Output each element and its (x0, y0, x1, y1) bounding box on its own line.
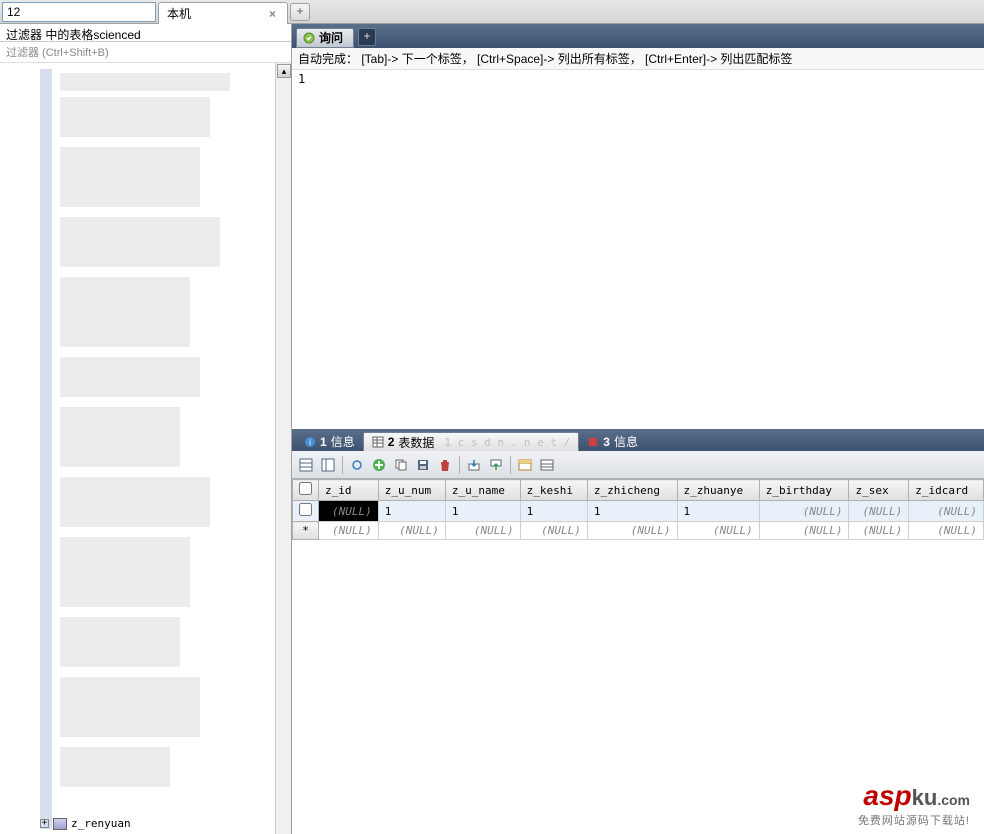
table-row[interactable]: *(NULL)(NULL)(NULL)(NULL)(NULL)(NULL)(NU… (293, 522, 984, 540)
tab-number: 3 (603, 435, 610, 449)
result-tab-data[interactable]: 2 表数据 1 c s d n . n e t / (363, 432, 580, 451)
import-button[interactable] (486, 455, 506, 475)
brand-suffix: ku (912, 785, 938, 810)
main-container: 过滤器 中的表格scienced 过滤器 (Ctrl+Shift+B) + z_… (0, 24, 984, 834)
tab-local[interactable]: 本机 × (158, 2, 288, 24)
col-z-birthday[interactable]: z_birthday (759, 480, 849, 501)
grid-icon (372, 436, 384, 448)
filter-button[interactable] (515, 455, 535, 475)
tab-text: 信息 (614, 433, 638, 450)
query-icon (303, 32, 315, 44)
sidebar: 过滤器 中的表格scienced 过滤器 (Ctrl+Shift+B) + z_… (0, 24, 292, 834)
cell[interactable]: (NULL) (677, 522, 759, 540)
filter-header: 过滤器 中的表格scienced (0, 24, 291, 42)
sql-editor[interactable]: 1 (292, 70, 984, 429)
col-z-zhicheng[interactable]: z_zhicheng (587, 480, 677, 501)
result-tab-info[interactable]: i 1 信息 (296, 432, 363, 451)
header-row: z_id z_u_num z_u_name z_keshi z_zhicheng… (293, 480, 984, 501)
tab-text: 表数据 (398, 434, 434, 451)
copy-button[interactable] (391, 455, 411, 475)
row-selector[interactable] (293, 501, 319, 522)
add-query-button[interactable]: + (358, 28, 376, 46)
top-tab-bar: 本机 × + (0, 0, 984, 24)
view-form-button[interactable] (318, 455, 338, 475)
tab-text: 信息 (331, 433, 355, 450)
cell[interactable]: 1 (677, 501, 759, 522)
tab-label: 本机 (167, 5, 191, 22)
result-tab-info2[interactable]: 3 信息 (579, 432, 646, 451)
cell[interactable]: (NULL) (445, 522, 520, 540)
col-z-u-num[interactable]: z_u_num (378, 480, 445, 501)
cell[interactable]: (NULL) (909, 522, 984, 540)
col-z-id[interactable]: z_id (319, 480, 379, 501)
content-area: 询问 + 自动完成： [Tab]-> 下一个标签， [Ctrl+Space]->… (292, 24, 984, 834)
watermark-text: 1 c s d n . n e t / (444, 436, 570, 449)
refresh-button[interactable] (347, 455, 367, 475)
cell[interactable]: (NULL) (587, 522, 677, 540)
info-icon (587, 436, 599, 448)
cell[interactable]: (NULL) (909, 501, 984, 522)
query-tab-bar: 询问 + (292, 24, 984, 48)
cell[interactable]: (NULL) (759, 501, 849, 522)
table-icon (53, 818, 67, 830)
svg-text:i: i (309, 438, 311, 447)
scrollbar[interactable]: ▴ (275, 63, 291, 834)
separator (459, 456, 460, 474)
cell[interactable]: (NULL) (520, 522, 587, 540)
cell[interactable]: (NULL) (849, 522, 909, 540)
autocomplete-hint: 自动完成： [Tab]-> 下一个标签， [Ctrl+Space]-> 列出所有… (292, 48, 984, 70)
row-selector[interactable]: * (293, 522, 319, 540)
result-tab-bar: i 1 信息 2 表数据 1 c s d n . n e t / 3 信息 (292, 429, 984, 451)
cell[interactable]: 1 (587, 501, 677, 522)
add-tab-button[interactable]: + (290, 3, 310, 21)
info-icon: i (304, 436, 316, 448)
limit-button[interactable] (537, 455, 557, 475)
cell[interactable]: (NULL) (319, 522, 379, 540)
filter-hint[interactable]: 过滤器 (Ctrl+Shift+B) (0, 42, 291, 63)
query-tab[interactable]: 询问 (296, 28, 354, 48)
cell[interactable]: (NULL) (759, 522, 849, 540)
close-icon[interactable]: × (266, 7, 279, 21)
brand-text: asp (863, 780, 911, 811)
watermark-subtitle: 免费网站源码下载站! (858, 812, 970, 828)
col-z-zhuanye[interactable]: z_zhuanye (677, 480, 759, 501)
cell[interactable]: (NULL) (319, 501, 379, 522)
cell[interactable]: (NULL) (849, 501, 909, 522)
tab-number: 1 (320, 435, 327, 449)
brand-tld: .com (937, 792, 970, 808)
col-z-sex[interactable]: z_sex (849, 480, 909, 501)
connection-input[interactable] (2, 2, 156, 22)
expand-icon[interactable]: + (40, 819, 49, 828)
col-z-keshi[interactable]: z_keshi (520, 480, 587, 501)
data-toolbar (292, 451, 984, 479)
tree-item-label: z_renyuan (71, 817, 131, 830)
cell[interactable]: 1 (520, 501, 587, 522)
cell[interactable]: 1 (378, 501, 445, 522)
view-grid-button[interactable] (296, 455, 316, 475)
save-button[interactable] (413, 455, 433, 475)
scroll-up-icon[interactable]: ▴ (277, 64, 291, 78)
query-tab-label: 询问 (319, 29, 343, 46)
add-row-button[interactable] (369, 455, 389, 475)
delete-button[interactable] (435, 455, 455, 475)
data-table: z_id z_u_num z_u_name z_keshi z_zhicheng… (292, 479, 984, 540)
watermark: aspku.com 免费网站源码下载站! (858, 780, 970, 828)
cell[interactable]: (NULL) (378, 522, 445, 540)
col-z-u-name[interactable]: z_u_name (445, 480, 520, 501)
export-button[interactable] (464, 455, 484, 475)
select-all-header[interactable] (293, 480, 319, 501)
tab-number: 2 (388, 435, 395, 449)
separator (342, 456, 343, 474)
table-row[interactable]: (NULL)11111(NULL)(NULL)(NULL) (293, 501, 984, 522)
tree-item-z-renyuan[interactable]: + z_renyuan (40, 817, 131, 830)
tree-area[interactable]: + z_renyuan ▴ (0, 63, 291, 834)
col-z-idcard[interactable]: z_idcard (909, 480, 984, 501)
separator (510, 456, 511, 474)
cell[interactable]: 1 (445, 501, 520, 522)
